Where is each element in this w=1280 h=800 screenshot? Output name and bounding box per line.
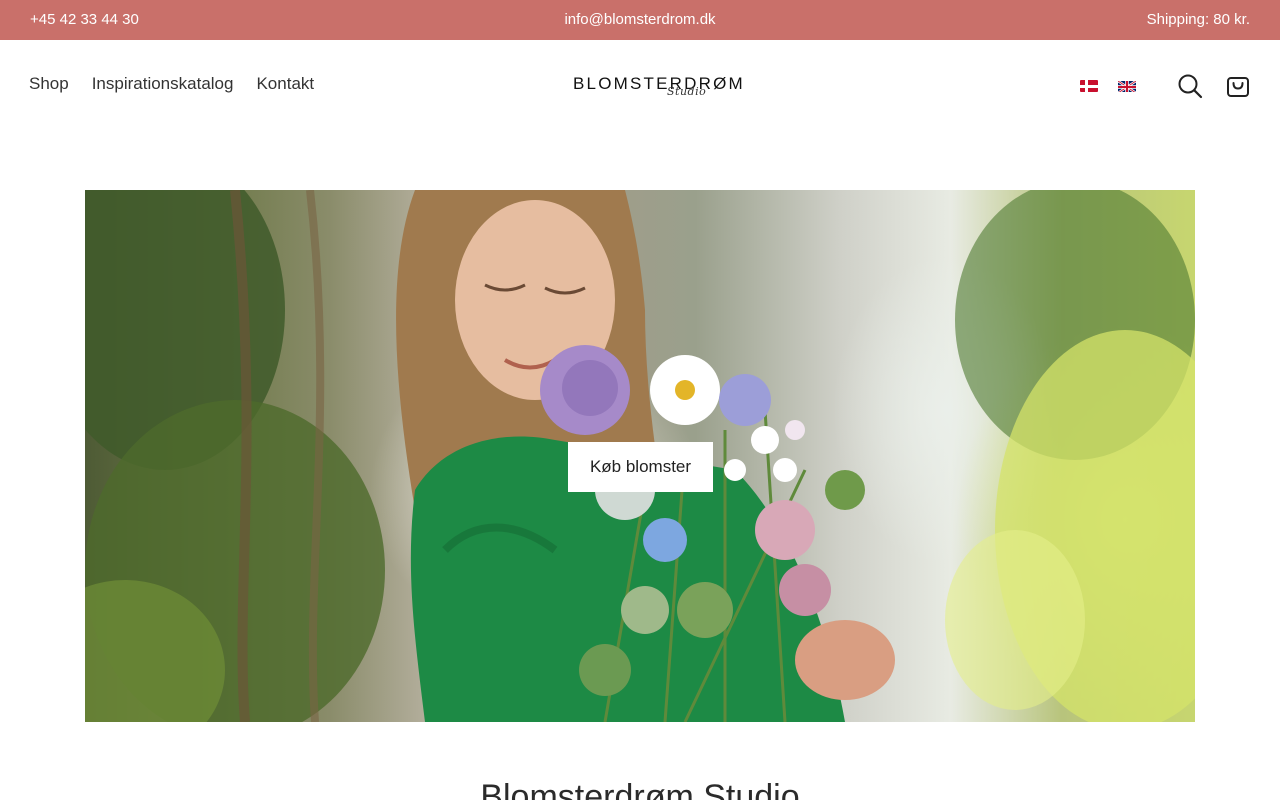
announcement-bar: info@blomsterdrom.dk +45 42 33 44 30 Shi… [0, 0, 1280, 40]
nav-item-inspirationskatalog[interactable]: Inspirationskatalog [92, 74, 234, 94]
search-icon[interactable] [1177, 73, 1203, 99]
logo-script: Studio [667, 85, 707, 98]
site-header: Shop Inspirationskatalog Kontakt BLOMSTE… [0, 40, 1280, 130]
main-nav: Shop Inspirationskatalog Kontakt [29, 74, 314, 94]
logo-wordmark: BLOMSTERDRØM [573, 74, 745, 93]
shipping-info: Shipping: 80 kr. [1146, 11, 1250, 28]
nav-item-shop[interactable]: Shop [29, 74, 69, 94]
site-logo[interactable]: BLOMSTERDRØM Studio [573, 74, 743, 102]
hero-banner: Køb blomster [85, 190, 1195, 722]
email-link[interactable]: info@blomsterdrom.dk [0, 11, 1280, 28]
nav-item-kontakt[interactable]: Kontakt [256, 74, 314, 94]
cart-icon[interactable] [1225, 73, 1251, 99]
phone-link[interactable]: +45 42 33 44 30 [30, 11, 139, 28]
da-flag-icon[interactable] [1080, 80, 1098, 92]
buy-flowers-button[interactable]: Køb blomster [568, 442, 713, 492]
en-flag-icon[interactable] [1118, 80, 1136, 92]
section-title: Blomsterdrøm Studio [480, 778, 800, 800]
